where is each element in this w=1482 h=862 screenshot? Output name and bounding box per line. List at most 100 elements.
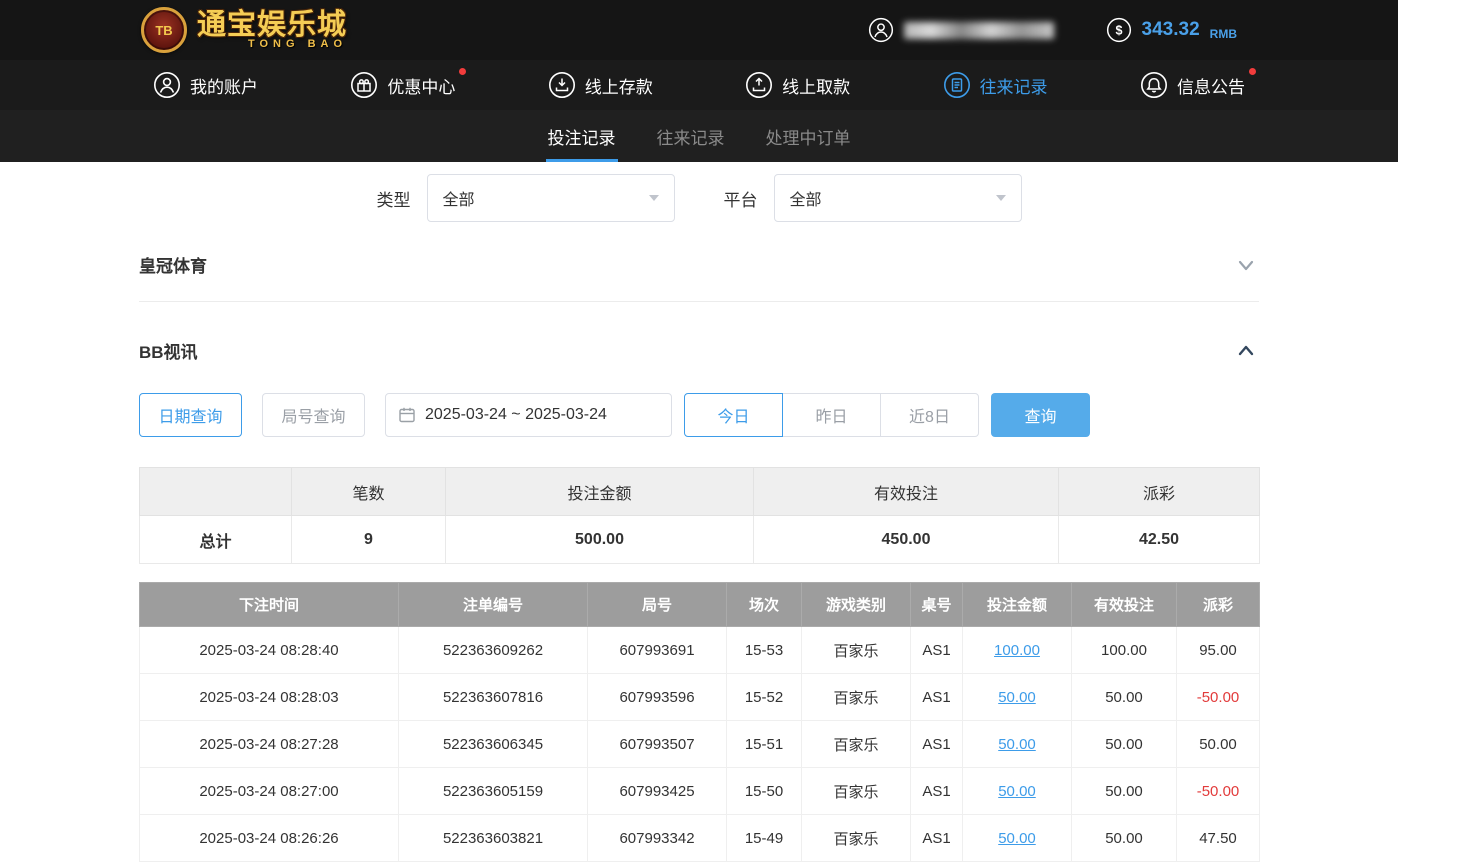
col-bet-amount: 投注金额 bbox=[963, 583, 1072, 627]
platform-select[interactable]: 全部 bbox=[774, 174, 1022, 222]
time-cell: 2025-03-24 08:27:28 bbox=[140, 721, 399, 768]
bet-amount-link[interactable]: 50.00 bbox=[998, 736, 1036, 753]
section-title: 皇冠体育 bbox=[139, 252, 207, 277]
tab-transaction-records[interactable]: 往来记录 bbox=[655, 110, 727, 162]
transfer-records-icon bbox=[943, 71, 971, 99]
deposit-icon bbox=[548, 71, 576, 99]
table-row: 2025-03-24 08:26:26 522363603821 6079933… bbox=[140, 815, 1260, 862]
user-icon bbox=[868, 17, 894, 43]
platform-filter-label: 平台 bbox=[724, 186, 758, 211]
table-no-cell: AS1 bbox=[911, 768, 963, 815]
bet-records-table: 下注时间 注单编号 局号 场次 游戏类别 桌号 投注金额 有效投注 派彩 202… bbox=[139, 582, 1260, 862]
platform-filter-group: 平台 全部 bbox=[724, 174, 1022, 222]
bet-amount-link[interactable]: 50.00 bbox=[998, 783, 1036, 800]
summary-table: 笔数 投注金额 有效投注 派彩 总计 9 500.00 450.00 42.50 bbox=[139, 467, 1260, 564]
balance[interactable]: $ 343.32 RMB bbox=[1106, 17, 1237, 43]
game-cell: 百家乐 bbox=[802, 768, 911, 815]
round-cell: 607993507 bbox=[588, 721, 727, 768]
user-icon bbox=[153, 71, 181, 99]
table-no-cell: AS1 bbox=[911, 674, 963, 721]
crown-sports-section-header[interactable]: 皇冠体育 bbox=[139, 252, 1259, 302]
nav-item-withdrawal[interactable]: 线上取款 bbox=[745, 71, 850, 99]
nav-item-deposit[interactable]: 线上存款 bbox=[548, 71, 653, 99]
nav-item-my-account[interactable]: 我的账户 bbox=[153, 71, 258, 99]
time-cell: 2025-03-24 08:28:03 bbox=[140, 674, 399, 721]
valid-bet-cell: 50.00 bbox=[1072, 674, 1177, 721]
payout-cell: 50.00 bbox=[1177, 721, 1260, 768]
game-cell: 百家乐 bbox=[802, 721, 911, 768]
nav-item-promotions[interactable]: 优惠中心 bbox=[350, 71, 455, 99]
tab-label: 投注记录 bbox=[548, 124, 616, 149]
nav-item-label: 我的账户 bbox=[190, 73, 258, 98]
valid-bet-cell: 50.00 bbox=[1072, 815, 1177, 862]
col-game-type: 游戏类别 bbox=[802, 583, 911, 627]
section-title: BB视讯 bbox=[139, 338, 198, 363]
table-row: 2025-03-24 08:28:03 522363607816 6079935… bbox=[140, 674, 1260, 721]
top-bar: TB 通宝娱乐城 TONG BAO bbox=[0, 0, 1398, 60]
notification-dot bbox=[1249, 68, 1256, 75]
summary-bet-amount: 500.00 bbox=[446, 516, 754, 564]
table-row: 2025-03-24 08:28:40 522363609262 6079936… bbox=[140, 627, 1260, 674]
chevron-up-icon[interactable] bbox=[1235, 340, 1259, 362]
chevron-down-icon[interactable] bbox=[1235, 254, 1259, 276]
calendar-icon bbox=[398, 406, 416, 424]
round-cell: 607993691 bbox=[588, 627, 727, 674]
date-query-button[interactable]: 日期查询 bbox=[139, 393, 242, 437]
col-bet-time: 下注时间 bbox=[140, 583, 399, 627]
today-button[interactable]: 今日 bbox=[684, 393, 783, 437]
valid-bet-cell: 50.00 bbox=[1072, 768, 1177, 815]
game-cell: 百家乐 bbox=[802, 627, 911, 674]
nav-item-label: 线上存款 bbox=[585, 73, 653, 98]
tab-bet-records[interactable]: 投注记录 bbox=[546, 110, 618, 162]
withdraw-icon bbox=[745, 71, 773, 99]
col-session: 场次 bbox=[727, 583, 802, 627]
bet-id-cell: 522363609262 bbox=[399, 627, 588, 674]
summary-total-label: 总计 bbox=[140, 516, 292, 564]
user-account[interactable] bbox=[868, 17, 1054, 43]
round-cell: 607993596 bbox=[588, 674, 727, 721]
time-cell: 2025-03-24 08:27:00 bbox=[140, 768, 399, 815]
session-cell: 15-50 bbox=[727, 768, 802, 815]
date-range-input[interactable]: 2025-03-24 ~ 2025-03-24 bbox=[385, 393, 672, 437]
bet-amount-link[interactable]: 50.00 bbox=[998, 830, 1036, 847]
logo-badge: TB bbox=[155, 23, 172, 38]
summary-header-valid-bet: 有效投注 bbox=[754, 468, 1059, 516]
round-query-button[interactable]: 局号查询 bbox=[262, 393, 365, 437]
query-bar: 日期查询 局号查询 2025-03-24 ~ 2025-03-24 今日 昨日 … bbox=[139, 393, 1259, 437]
tab-processing-orders[interactable]: 处理中订单 bbox=[764, 110, 853, 162]
logo-coin-icon: TB bbox=[141, 7, 187, 53]
bet-amount-link[interactable]: 50.00 bbox=[998, 689, 1036, 706]
bell-icon bbox=[1140, 71, 1168, 99]
type-select-value: 全部 bbox=[443, 186, 475, 210]
session-cell: 15-52 bbox=[727, 674, 802, 721]
type-select[interactable]: 全部 bbox=[427, 174, 675, 222]
time-cell: 2025-03-24 08:26:26 bbox=[140, 815, 399, 862]
round-cell: 607993425 bbox=[588, 768, 727, 815]
bb-video-section-header[interactable]: BB视讯 bbox=[139, 338, 1259, 363]
tab-label: 往来记录 bbox=[657, 124, 725, 149]
last-8-days-button[interactable]: 近8日 bbox=[880, 393, 979, 437]
payout-cell: -50.00 bbox=[1177, 768, 1260, 815]
logo[interactable]: TB 通宝娱乐城 TONG BAO bbox=[139, 7, 347, 53]
payout-cell: 95.00 bbox=[1177, 627, 1260, 674]
nav-item-label: 优惠中心 bbox=[387, 73, 455, 98]
nav-item-records[interactable]: 往来记录 bbox=[943, 71, 1048, 99]
date-range-value: 2025-03-24 ~ 2025-03-24 bbox=[425, 406, 607, 424]
summary-valid-bet: 450.00 bbox=[754, 516, 1059, 564]
bet-amount-link[interactable]: 100.00 bbox=[994, 642, 1040, 659]
nav-item-label: 信息公告 bbox=[1177, 73, 1245, 98]
col-valid-bet: 有效投注 bbox=[1072, 583, 1177, 627]
search-button[interactable]: 查询 bbox=[991, 393, 1090, 437]
summary-row: 总计 9 500.00 450.00 42.50 bbox=[140, 516, 1260, 564]
bet-id-cell: 522363605159 bbox=[399, 768, 588, 815]
round-cell: 607993342 bbox=[588, 815, 727, 862]
chevron-down-icon bbox=[649, 195, 659, 201]
nav-item-announcements[interactable]: 信息公告 bbox=[1140, 71, 1245, 99]
chevron-down-icon bbox=[996, 195, 1006, 201]
gift-icon bbox=[350, 71, 378, 99]
page: TB 通宝娱乐城 TONG BAO bbox=[0, 0, 1398, 862]
yesterday-button[interactable]: 昨日 bbox=[782, 393, 881, 437]
bet-id-cell: 522363606345 bbox=[399, 721, 588, 768]
nav-item-label: 往来记录 bbox=[980, 73, 1048, 98]
balance-currency: RMB bbox=[1210, 27, 1237, 43]
